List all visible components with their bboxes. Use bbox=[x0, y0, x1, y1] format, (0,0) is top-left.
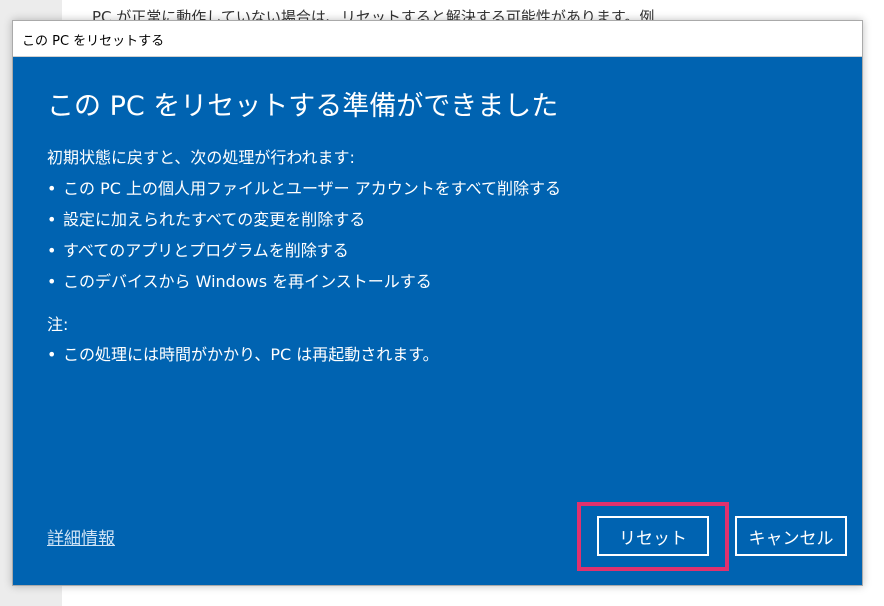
bullet-icon: • bbox=[47, 272, 57, 291]
bullet-icon: • bbox=[47, 210, 57, 229]
note-label: 注: bbox=[47, 315, 69, 334]
bullet-icon: • bbox=[47, 345, 57, 364]
dialog-content: この PC をリセットする準備ができました 初期状態に戻すと、次の処理が行われま… bbox=[13, 57, 862, 585]
more-info-link[interactable]: 詳細情報 bbox=[47, 524, 115, 549]
actions-list: • この PC 上の個人用ファイルとユーザー アカウントをすべて削除する • 設定に… bbox=[47, 173, 561, 297]
intro-text: 初期状態に戻すと、次の処理が行われます: bbox=[47, 148, 355, 167]
dialog-heading: この PC をリセットする準備ができました bbox=[47, 91, 559, 122]
reset-button[interactable]: リセット bbox=[597, 516, 709, 556]
dialog-titlebar[interactable]: この PC をリセットする bbox=[13, 21, 862, 57]
cancel-button[interactable]: キャンセル bbox=[735, 516, 847, 556]
bullet-icon: • bbox=[47, 241, 57, 260]
list-item: • この PC 上の個人用ファイルとユーザー アカウントをすべて削除する bbox=[47, 173, 561, 204]
list-item: • このデバイスから Windows を再インストールする bbox=[47, 266, 561, 297]
list-item: • すべてのアプリとプログラムを削除する bbox=[47, 235, 561, 266]
dialog-title: この PC をリセットする bbox=[22, 34, 165, 49]
notes-list: • この処理には時間がかかり、PC は再起動されます。 bbox=[47, 339, 439, 370]
reset-pc-dialog: この PC をリセットする この PC をリセットする準備ができました 初期状態… bbox=[12, 20, 863, 586]
list-item: • この処理には時間がかかり、PC は再起動されます。 bbox=[47, 339, 439, 370]
bullet-icon: • bbox=[47, 179, 57, 198]
list-item: • 設定に加えられたすべての変更を削除する bbox=[47, 204, 561, 235]
